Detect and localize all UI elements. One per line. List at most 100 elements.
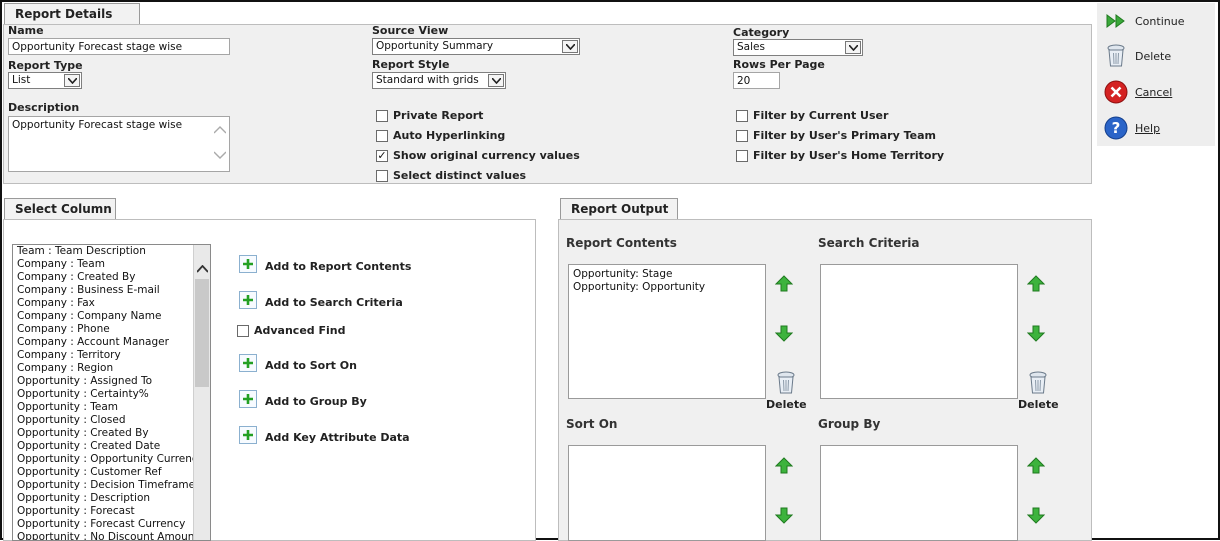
add-icon <box>239 426 257 444</box>
scroll-up-icon[interactable] <box>213 125 227 137</box>
column-list-item[interactable]: Company : Created By <box>13 271 210 284</box>
continue-button[interactable]: Continue <box>1103 8 1184 34</box>
filter-current-user-checkbox[interactable]: Filter by Current User <box>736 109 888 122</box>
description-textarea[interactable]: Opportunity Forecast stage wise <box>8 116 230 172</box>
checkbox-box[interactable] <box>736 129 748 142</box>
report-contents-item[interactable]: Opportunity: Opportunity <box>569 281 765 294</box>
checkbox-box[interactable] <box>736 109 748 122</box>
scroll-down-icon[interactable] <box>213 150 227 162</box>
chevron-down-icon[interactable] <box>845 41 861 54</box>
move-down-arrow-icon[interactable] <box>1027 324 1045 342</box>
add-icon <box>239 354 257 372</box>
checkbox-box[interactable] <box>376 169 388 182</box>
column-listbox[interactable]: Team : Team Description Company : Team Com… <box>12 244 211 541</box>
tab-select-column[interactable]: Select Column <box>4 198 116 220</box>
column-list-item[interactable]: Company : Region <box>13 362 210 375</box>
report-contents-header: Report Contents <box>566 236 677 250</box>
search-criteria-listbox[interactable] <box>820 264 1018 399</box>
move-down-arrow-icon[interactable] <box>1027 506 1045 524</box>
add-key-attribute-label: Add Key Attribute Data <box>265 431 410 444</box>
filter-primary-team-checkbox[interactable]: Filter by User's Primary Team <box>736 129 936 142</box>
delete-button[interactable]: Delete <box>1103 43 1171 69</box>
sort-on-listbox[interactable] <box>568 445 766 541</box>
column-list-item[interactable]: Opportunity : Forecast Currency <box>13 518 210 531</box>
show-original-currency-label: Show original currency values <box>393 149 580 162</box>
search-criteria-delete-button[interactable]: Delete <box>1018 371 1059 411</box>
move-up-arrow-icon[interactable] <box>1027 275 1045 293</box>
column-list-item[interactable]: Opportunity : Customer Ref <box>13 466 210 479</box>
private-report-checkbox[interactable]: Private Report <box>376 109 483 122</box>
cancel-icon <box>1103 79 1129 105</box>
move-up-arrow-icon[interactable] <box>775 457 793 475</box>
column-list-scrollbar[interactable] <box>193 245 210 540</box>
column-list-item[interactable]: Company : Fax <box>13 297 210 310</box>
report-contents-item[interactable]: Opportunity: Stage <box>569 268 765 281</box>
move-up-arrow-icon[interactable] <box>775 275 793 293</box>
column-list-item[interactable]: Team : Team Description <box>13 245 210 258</box>
help-button[interactable]: ? Help <box>1103 115 1160 141</box>
column-list-item[interactable]: Opportunity : Created By <box>13 427 210 440</box>
source-view-select[interactable]: Opportunity Summary <box>372 38 580 55</box>
column-list-item[interactable]: Company : Company Name <box>13 310 210 323</box>
show-original-currency-checkbox[interactable]: ✓ Show original currency values <box>376 149 580 162</box>
chevron-down-icon[interactable] <box>562 40 578 53</box>
report-contents-listbox[interactable]: Opportunity: Stage Opportunity: Opportuni… <box>568 264 766 399</box>
svg-text:?: ? <box>1112 119 1121 137</box>
checkbox-box[interactable] <box>376 129 388 142</box>
column-list-item[interactable]: Company : Team <box>13 258 210 271</box>
advanced-find-checkbox[interactable]: Advanced Find <box>237 324 346 337</box>
column-list-item[interactable]: Company : Territory <box>13 349 210 362</box>
tab-report-details[interactable]: Report Details <box>4 3 140 25</box>
filter-home-territory-checkbox[interactable]: Filter by User's Home Territory <box>736 149 944 162</box>
rows-per-page-input[interactable]: 20 <box>733 72 780 89</box>
column-list-item[interactable]: Opportunity : Certainty% <box>13 388 210 401</box>
column-list-item[interactable]: Company : Business E-mail <box>13 284 210 297</box>
column-list-item[interactable]: Company : Phone <box>13 323 210 336</box>
column-list-item[interactable]: Opportunity : Created Date <box>13 440 210 453</box>
tab-report-output[interactable]: Report Output <box>560 198 678 220</box>
scroll-thumb[interactable] <box>195 279 209 387</box>
column-list-item[interactable]: Opportunity : Assigned To <box>13 375 210 388</box>
column-list-item[interactable]: Opportunity : Team <box>13 401 210 414</box>
auto-hyperlinking-checkbox[interactable]: Auto Hyperlinking <box>376 129 505 142</box>
add-to-group-by-button[interactable]: Add to Group By <box>239 390 367 408</box>
add-to-search-criteria-button[interactable]: Add to Search Criteria <box>239 291 403 309</box>
add-to-search-criteria-label: Add to Search Criteria <box>265 296 403 309</box>
column-list-item[interactable]: Opportunity : Closed <box>13 414 210 427</box>
add-to-report-contents-button[interactable]: Add to Report Contents <box>239 255 411 273</box>
search-criteria-header: Search Criteria <box>818 236 920 250</box>
trash-icon <box>1103 43 1129 69</box>
delete-label: Delete <box>1018 398 1059 411</box>
group-by-listbox[interactable] <box>820 445 1018 541</box>
report-type-select[interactable]: List <box>8 72 82 89</box>
add-key-attribute-button[interactable]: Add Key Attribute Data <box>239 426 410 444</box>
column-list-item[interactable]: Opportunity : Forecast <box>13 505 210 518</box>
move-down-arrow-icon[interactable] <box>775 324 793 342</box>
auto-hyperlinking-label: Auto Hyperlinking <box>393 129 506 142</box>
checkbox-box[interactable] <box>736 149 748 162</box>
name-label: Name <box>8 24 44 37</box>
cancel-button[interactable]: Cancel <box>1103 79 1172 105</box>
report-contents-delete-button[interactable]: Delete <box>766 371 807 411</box>
add-to-sort-on-button[interactable]: Add to Sort On <box>239 354 357 372</box>
rows-per-page-label: Rows Per Page <box>733 58 825 71</box>
chevron-down-icon[interactable] <box>488 74 504 87</box>
add-icon <box>239 291 257 309</box>
scroll-up-icon[interactable] <box>196 263 209 276</box>
name-input[interactable]: Opportunity Forecast stage wise <box>8 38 230 55</box>
advanced-find-label: Advanced Find <box>254 324 346 337</box>
column-list-item[interactable]: Opportunity : Opportunity Currency <box>13 453 210 466</box>
checkbox-box[interactable] <box>237 324 249 337</box>
checkbox-box-checked[interactable]: ✓ <box>376 149 388 162</box>
category-select[interactable]: Sales <box>733 39 863 56</box>
column-list-item[interactable]: Company : Account Manager <box>13 336 210 349</box>
column-list-item[interactable]: Opportunity : Decision Timeframe <box>13 479 210 492</box>
report-style-select[interactable]: Standard with grids <box>372 72 506 89</box>
select-distinct-label: Select distinct values <box>393 169 527 182</box>
select-distinct-checkbox[interactable]: Select distinct values <box>376 169 526 182</box>
checkbox-box[interactable] <box>376 109 388 122</box>
move-up-arrow-icon[interactable] <box>1027 457 1045 475</box>
move-down-arrow-icon[interactable] <box>775 506 793 524</box>
chevron-down-icon[interactable] <box>64 74 80 87</box>
column-list-item[interactable]: Opportunity : Description <box>13 492 210 505</box>
